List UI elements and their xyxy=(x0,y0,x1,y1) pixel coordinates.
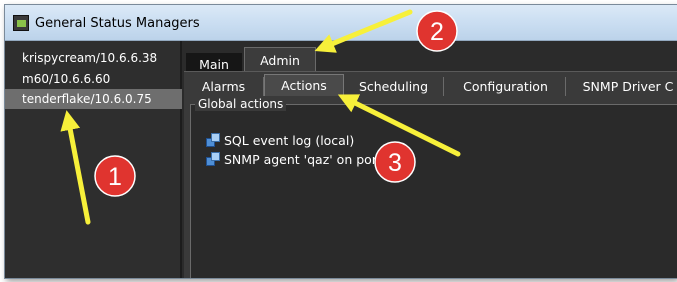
action-item-sql-event-log[interactable]: SQL event log (local) xyxy=(206,131,354,151)
content-panel: Main Admin Alarms Actions Scheduling Con… xyxy=(184,41,677,278)
window-title: General Status Managers xyxy=(35,16,200,31)
tab-snmp-driver[interactable]: SNMP Driver C xyxy=(568,77,677,96)
tab-scheduling[interactable]: Scheduling xyxy=(344,77,444,96)
server-item-tenderflake[interactable]: tenderflake/10.6.0.75 xyxy=(5,89,182,109)
tab-configuration[interactable]: Configuration xyxy=(446,77,566,96)
admin-panel: Alarms Actions Scheduling Configuration … xyxy=(184,71,677,278)
server-item-krispycream[interactable]: krispycream/10.6.6.38 xyxy=(5,48,182,68)
server-list: krispycream/10.6.6.38 m60/10.6.6.60 tend… xyxy=(5,41,182,278)
app-icon xyxy=(13,15,29,31)
global-actions-label: Global actions xyxy=(195,97,287,111)
app-window: General Status Managers krispycream/10.6… xyxy=(4,4,677,279)
action-item-label: SNMP agent 'qaz' on port 161 xyxy=(224,152,410,167)
action-item-snmp-agent[interactable]: SNMP agent 'qaz' on port 161 xyxy=(206,150,410,170)
action-item-label: SQL event log (local) xyxy=(224,133,355,148)
subtab-bar: Alarms Actions Scheduling Configuration … xyxy=(184,72,677,96)
tab-alarms[interactable]: Alarms xyxy=(184,77,264,96)
tab-actions[interactable]: Actions xyxy=(264,74,344,96)
action-icon xyxy=(206,133,220,147)
server-item-m60[interactable]: m60/10.6.6.60 xyxy=(5,69,182,89)
title-bar: General Status Managers xyxy=(5,5,677,41)
global-actions-group: Global actions SQL event log (local) SNM… xyxy=(190,97,677,278)
action-icon xyxy=(206,152,220,166)
